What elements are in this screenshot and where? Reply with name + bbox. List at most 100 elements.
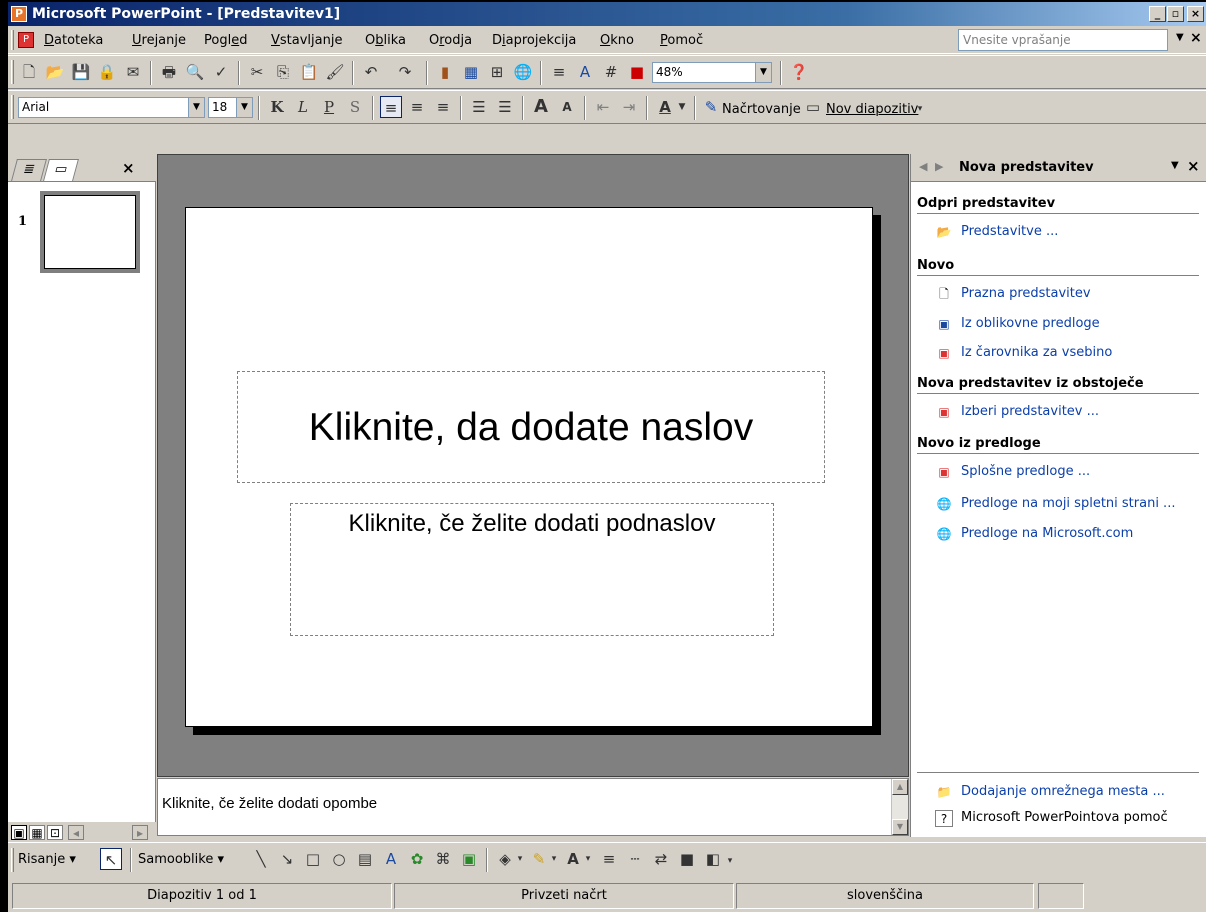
bullets-icon[interactable]: ☰: [494, 96, 516, 118]
toolbar-grip[interactable]: [11, 60, 14, 84]
wordart-icon[interactable]: A: [380, 848, 402, 870]
print-preview-icon[interactable]: 🔍: [184, 61, 206, 83]
line-icon[interactable]: ╲: [250, 848, 272, 870]
diagram-icon[interactable]: ✿: [406, 848, 428, 870]
maximize-button[interactable]: ▫: [1167, 6, 1184, 22]
align-right-icon[interactable]: ≡: [432, 96, 454, 118]
chevron-down-icon[interactable]: ▾: [514, 848, 526, 870]
save-icon[interactable]: 💾: [70, 61, 92, 83]
align-left-icon[interactable]: ≡: [380, 96, 402, 118]
slide-canvas[interactable]: Kliknite, da dodate naslov Kliknite, če …: [185, 207, 873, 727]
link-autocontent-wizard[interactable]: Iz čarovnika za vsebino: [961, 345, 1112, 360]
arrow-icon[interactable]: ↘: [276, 848, 298, 870]
scroll-down-icon[interactable]: ▼: [892, 819, 908, 835]
link-design-template[interactable]: Iz oblikovne predloge: [961, 316, 1100, 331]
slideshow-icon[interactable]: ⊡: [47, 825, 63, 840]
spelling-icon[interactable]: ✓: [210, 61, 232, 83]
design-icon[interactable]: ✎: [700, 96, 722, 118]
new-slide-button[interactable]: Nov diapozitiv: [826, 102, 918, 117]
insert-table-icon[interactable]: ▦: [460, 61, 482, 83]
oval-icon[interactable]: ○: [328, 848, 350, 870]
undo-icon[interactable]: ↶: [360, 61, 382, 83]
chevron-down-icon[interactable]: ▼: [676, 96, 688, 118]
menu-view[interactable]: Pogled: [204, 33, 247, 48]
chevron-down-icon[interactable]: ▾: [724, 850, 736, 872]
draw-menu-button[interactable]: Risanje ▾: [18, 852, 76, 867]
underline-button[interactable]: P: [318, 96, 340, 118]
shadow-style-icon[interactable]: ■: [676, 848, 698, 870]
italic-button[interactable]: L: [292, 96, 314, 118]
notes-pane[interactable]: Kliknite, če želite dodati opombe ▲ ▼: [157, 778, 909, 836]
font-color-icon[interactable]: A: [562, 848, 584, 870]
font-size-select[interactable]: 18 ▼: [208, 97, 253, 118]
link-general-templates[interactable]: Splošne predloge ...: [961, 464, 1090, 479]
autoshapes-menu-button[interactable]: Samooblike ▾: [138, 852, 224, 867]
menu-slideshow[interactable]: Diaprojekcija: [492, 33, 576, 48]
font-select[interactable]: Arial ▼: [18, 97, 205, 118]
chevron-down-icon[interactable]: ▼: [236, 98, 252, 117]
numbering-icon[interactable]: ☰: [468, 96, 490, 118]
menu-window[interactable]: Okno: [600, 33, 634, 48]
grid-icon[interactable]: #: [600, 61, 622, 83]
new-icon[interactable]: 🗋: [18, 61, 40, 83]
chevron-down-icon[interactable]: ▾: [548, 848, 560, 870]
chevron-down-icon[interactable]: ▾: [914, 98, 926, 120]
powerpoint-app-icon[interactable]: P: [11, 6, 27, 22]
increase-font-icon[interactable]: A: [530, 96, 552, 118]
color-icon[interactable]: ■: [626, 61, 648, 83]
title-placeholder[interactable]: Kliknite, da dodate naslov: [237, 371, 825, 483]
increase-indent-icon[interactable]: ⇥: [618, 96, 640, 118]
slide-thumbnail[interactable]: [40, 191, 140, 273]
align-center-icon[interactable]: ≡: [406, 96, 428, 118]
font-color-icon[interactable]: A: [654, 96, 676, 118]
chevron-down-icon[interactable]: ▼: [755, 63, 771, 82]
cut-icon[interactable]: ✂: [246, 61, 268, 83]
clipart-icon[interactable]: ⌘: [432, 848, 454, 870]
ask-question-box[interactable]: Vnesite vprašanje: [958, 29, 1168, 51]
close-button[interactable]: ×: [1187, 6, 1204, 22]
scroll-right-icon[interactable]: ▸: [132, 825, 148, 840]
link-presentations[interactable]: Predstavitve ...: [961, 224, 1058, 239]
chevron-down-icon[interactable]: ▼: [188, 98, 204, 117]
format-painter-icon[interactable]: 🖌: [324, 61, 346, 83]
menu-format[interactable]: Oblika: [365, 33, 406, 48]
paste-icon[interactable]: 📋: [298, 61, 320, 83]
close-icon[interactable]: ×: [1187, 157, 1200, 175]
design-button[interactable]: Načrtovanje: [722, 102, 801, 117]
arrow-style-icon[interactable]: ⇄: [650, 848, 672, 870]
subtitle-placeholder[interactable]: Kliknite, če želite dodati podnaslov: [290, 503, 774, 636]
hyperlink-icon[interactable]: 🌐: [512, 61, 534, 83]
open-icon[interactable]: 📂: [44, 61, 66, 83]
expand-icon[interactable]: ≡: [548, 61, 570, 83]
link-web-templates[interactable]: Predloge na moji spletni strani ...: [961, 496, 1175, 511]
select-pointer-icon[interactable]: ↖: [100, 848, 122, 870]
menu-edit[interactable]: Urejanje: [132, 33, 186, 48]
show-formatting-icon[interactable]: A: [574, 61, 596, 83]
permission-icon[interactable]: 🔒: [96, 61, 118, 83]
link-blank-presentation[interactable]: Prazna predstavitev: [961, 286, 1091, 301]
decrease-indent-icon[interactable]: ⇤: [592, 96, 614, 118]
menu-file[interactable]: Datoteka: [44, 33, 103, 48]
menu-insert[interactable]: Vstavljanje: [271, 33, 342, 48]
shadow-button[interactable]: S: [344, 96, 366, 118]
rectangle-icon[interactable]: □: [302, 848, 324, 870]
line-color-icon[interactable]: ✎: [528, 848, 550, 870]
task-pane-nav-icon[interactable]: ◀ ▶: [919, 160, 945, 173]
link-add-network-place[interactable]: Dodajanje omrežnega mesta ...: [961, 784, 1165, 799]
close-icon[interactable]: ×: [122, 159, 135, 177]
scroll-left-icon[interactable]: ◂: [68, 825, 84, 840]
document-icon[interactable]: P: [18, 32, 34, 48]
picture-icon[interactable]: ▣: [458, 848, 480, 870]
slides-tab[interactable]: ▭: [43, 159, 79, 181]
fill-color-icon[interactable]: ◈: [494, 848, 516, 870]
textbox-icon[interactable]: ▤: [354, 848, 376, 870]
chevron-down-icon[interactable]: ▾: [582, 848, 594, 870]
copy-icon[interactable]: ⎘: [272, 61, 294, 83]
insert-chart-icon[interactable]: ▮: [434, 61, 456, 83]
chevron-down-icon[interactable]: ▼: [1171, 160, 1179, 171]
menu-grip[interactable]: [11, 30, 14, 50]
close-document-icon[interactable]: ×: [1190, 30, 1202, 46]
minimize-button[interactable]: _: [1149, 6, 1166, 22]
link-microsoft-templates[interactable]: Predloge na Microsoft.com: [961, 526, 1133, 541]
redo-icon[interactable]: ↷: [394, 61, 416, 83]
